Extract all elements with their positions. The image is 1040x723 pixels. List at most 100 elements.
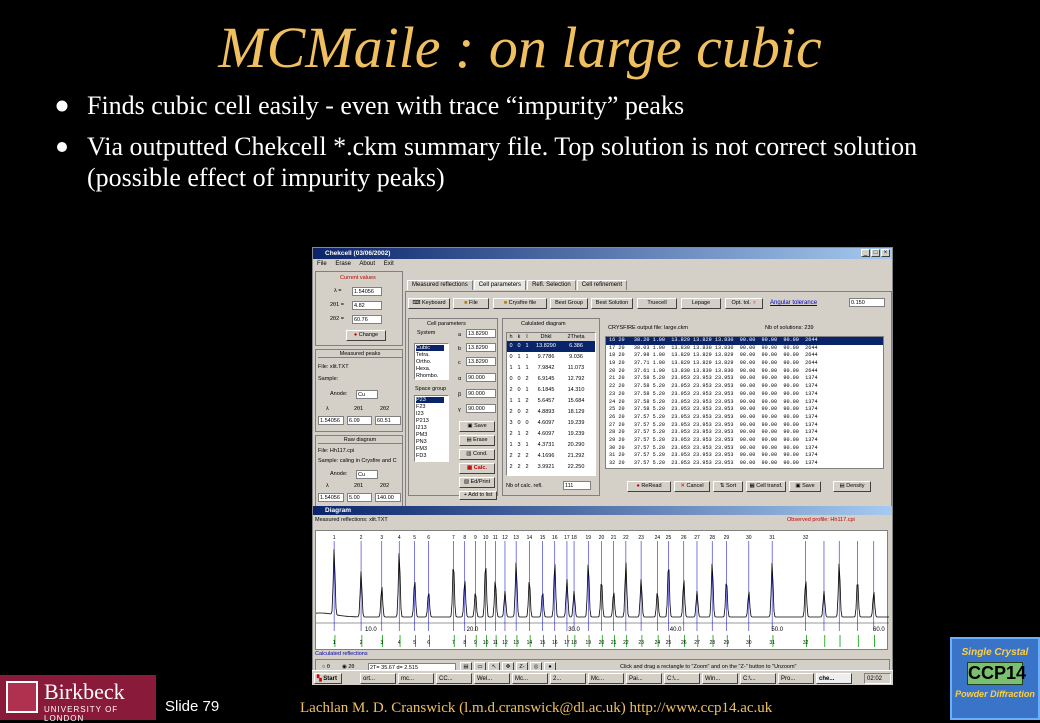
- calc-table-row[interactable]: 0 0 1 13.8290 6.386: [507, 341, 595, 352]
- taskbar-item[interactable]: Mc...: [512, 673, 548, 684]
- minimize-icon[interactable]: _: [861, 249, 870, 257]
- space-group-option[interactable]: P213: [416, 418, 429, 424]
- solution-row[interactable]: 20 20 37.61 1.00 13.830 13.830 13.830 90…: [606, 368, 883, 376]
- solution-row[interactable]: 29 20 37.57 5.20 23.953 23.953 23.953 90…: [606, 437, 883, 445]
- calc-table-row[interactable]: 2 0 1 6.1845 14.310: [507, 385, 595, 396]
- menu-erase[interactable]: Erase: [335, 261, 351, 267]
- solution-row[interactable]: 22 20 37.58 5.20 23.953 23.953 23.953 90…: [606, 383, 883, 391]
- solution-row[interactable]: 32 20 37.57 5.20 23.953 23.953 23.953 90…: [606, 460, 883, 468]
- best-group-button[interactable]: Best Group: [550, 298, 588, 309]
- solution-row[interactable]: 25 20 37.58 5.20 23.953 23.953 23.953 90…: [606, 406, 883, 414]
- sort-button[interactable]: ⇅ Sort: [713, 481, 743, 492]
- calc-table-row[interactable]: 3 0 0 4.6097 19.239: [507, 418, 595, 429]
- solution-row[interactable]: 16 20 38.20 1.00 13.829 13.829 13.830 90…: [606, 337, 883, 345]
- solution-row[interactable]: 24 20 37.58 5.20 23.953 23.953 23.953 90…: [606, 399, 883, 407]
- space-group-list[interactable]: P23 F23 I23 P213 I213 PM3 PN3 FM3 FD3: [414, 395, 449, 462]
- taskbar-item[interactable]: che...: [816, 673, 852, 684]
- param-a-field[interactable]: 13.8290: [466, 329, 496, 338]
- taskbar-item[interactable]: CC...: [436, 673, 472, 684]
- lepage-button[interactable]: Lepage: [681, 298, 721, 309]
- solution-row[interactable]: 21 20 37.58 5.20 23.953 23.953 23.953 90…: [606, 375, 883, 383]
- save-results-button[interactable]: ▣ Save: [789, 481, 821, 492]
- cell-transf-button[interactable]: ▦ Cell transf.: [746, 481, 786, 492]
- system-option[interactable]: Hexa.: [416, 366, 430, 372]
- density-button[interactable]: ▤ Density: [833, 481, 871, 492]
- taskbar-item[interactable]: ort...: [360, 673, 396, 684]
- solution-row[interactable]: 28 20 37.57 5.20 23.953 23.953 23.953 90…: [606, 429, 883, 437]
- param-gamma-field[interactable]: 90.000: [466, 404, 496, 413]
- taskbar-item[interactable]: Pro...: [778, 673, 814, 684]
- menu-exit[interactable]: Exit: [384, 261, 394, 267]
- taskbar-item[interactable]: 2...: [550, 673, 586, 684]
- taskbar-item[interactable]: Win...: [702, 673, 738, 684]
- maximize-icon[interactable]: □: [871, 249, 880, 257]
- two-theta2-field[interactable]: 60.76: [352, 315, 382, 324]
- taskbar-item[interactable]: Wel...: [474, 673, 510, 684]
- solution-row[interactable]: 17 20 38.03 1.00 13.830 13.830 13.830 90…: [606, 345, 883, 353]
- truecell-button[interactable]: Truecell: [637, 298, 677, 309]
- space-group-option[interactable]: FD3: [416, 453, 426, 459]
- taskbar-item[interactable]: Pai...: [626, 673, 662, 684]
- crysfire-results-list[interactable]: 16 20 38.20 1.00 13.829 13.829 13.830 90…: [605, 336, 884, 469]
- taskbar-item[interactable]: Mc...: [588, 673, 624, 684]
- solution-row[interactable]: 23 20 37.58 5.20 23.953 23.953 23.953 90…: [606, 391, 883, 399]
- calc-table-row[interactable]: 1 1 2 5.6457 15.684: [507, 396, 595, 407]
- space-group-option[interactable]: FM3: [416, 446, 427, 452]
- system-option[interactable]: Ortho.: [416, 359, 431, 365]
- file-button[interactable]: ■ File: [453, 298, 489, 309]
- start-button[interactable]: ▚ Start: [314, 673, 342, 684]
- solution-row[interactable]: 18 20 37.98 1.00 13.829 13.829 13.829 90…: [606, 352, 883, 360]
- system-option[interactable]: Rhombo.: [416, 373, 438, 379]
- two-theta1-field[interactable]: 4.82: [352, 301, 382, 310]
- space-group-option[interactable]: P23: [416, 397, 444, 403]
- calc-button[interactable]: ▦ Calc.: [459, 463, 495, 474]
- taskbar-item[interactable]: C:\...: [664, 673, 700, 684]
- space-group-option[interactable]: PM3: [416, 432, 427, 438]
- param-b-field[interactable]: 13.8290: [466, 343, 496, 352]
- solution-row[interactable]: 31 20 37.57 5.20 23.953 23.953 23.953 90…: [606, 452, 883, 460]
- system-option[interactable]: Tetra.: [416, 352, 430, 358]
- space-group-option[interactable]: F23: [416, 404, 425, 410]
- space-group-option[interactable]: I213: [416, 425, 427, 431]
- tab-cell-refinement[interactable]: Cell refinement: [576, 280, 628, 290]
- taskbar-item[interactable]: mc...: [398, 673, 434, 684]
- solution-row[interactable]: 27 20 37.57 5.20 23.953 23.953 23.953 90…: [606, 422, 883, 430]
- cancel-button[interactable]: ✕ Cancel: [674, 481, 710, 492]
- cond-button[interactable]: ▥ Cond.: [459, 449, 495, 460]
- close-icon[interactable]: ×: [881, 249, 890, 257]
- tab-measured-reflections[interactable]: Measured reflections: [407, 280, 473, 290]
- reread-button[interactable]: ● ReRead: [627, 481, 671, 492]
- calc-table-row[interactable]: 2 2 2 3.9921 22.250: [507, 462, 595, 473]
- add-to-list-button[interactable]: + Add to list: [459, 491, 497, 500]
- calc-table-row[interactable]: 0 0 2 6.9145 12.792: [507, 374, 595, 385]
- taskbar-item[interactable]: C:\...: [740, 673, 776, 684]
- calc-table-row[interactable]: 1 1 1 7.9842 11.073: [507, 363, 595, 374]
- space-group-option[interactable]: PN3: [416, 439, 427, 445]
- anode-field[interactable]: Cu: [356, 390, 378, 399]
- opt-tol-button[interactable]: Opt. tol. ♆: [725, 298, 763, 309]
- tab-refl-selection[interactable]: Refl. Selection: [527, 280, 576, 290]
- menu-about[interactable]: About: [359, 261, 375, 267]
- param-alpha-field[interactable]: 90.000: [466, 373, 496, 382]
- crysfire-file-button[interactable]: ■ Crysfire file: [493, 298, 547, 309]
- best-solution-button[interactable]: Best Solution: [591, 298, 633, 309]
- param-beta-field[interactable]: 90.000: [466, 389, 496, 398]
- calc-table-row[interactable]: 2 1 2 4.6097 19.239: [507, 429, 595, 440]
- system-option[interactable]: Cubic: [416, 345, 444, 351]
- solution-row[interactable]: 30 20 37.57 5.20 23.953 23.953 23.953 90…: [606, 445, 883, 453]
- erase-cell-button[interactable]: ▤ Erase: [459, 435, 495, 446]
- angular-tolerance-field[interactable]: 0.150: [849, 298, 885, 307]
- system-list[interactable]: Cubic Tetra. Ortho. Hexa. Rhombo.: [414, 343, 449, 380]
- param-c-field[interactable]: 13.8290: [466, 357, 496, 366]
- diagram-plot[interactable]: 10.0 20.0 30.0 40.0 50.0 60.0 1 1 2 2 3 3 4 4 5 5 6 6 7 7 8 8…: [315, 530, 889, 650]
- save-cell-button[interactable]: ▣ Save: [459, 421, 495, 432]
- solution-row[interactable]: 26 20 37.57 5.20 23.953 23.953 23.953 90…: [606, 414, 883, 422]
- calc-table-row[interactable]: 0 1 1 9.7786 9.036: [507, 352, 595, 363]
- change-button[interactable]: ● Change: [346, 330, 386, 341]
- raw-anode-field[interactable]: Cu: [356, 470, 378, 479]
- menu-file[interactable]: File: [317, 261, 327, 267]
- tab-cell-parameters[interactable]: Cell parameters: [473, 280, 527, 290]
- calc-table-row[interactable]: 2 2 2 4.1696 21.292: [507, 451, 595, 462]
- lambda-field[interactable]: 1.54056: [352, 287, 382, 296]
- keyboard-button[interactable]: ⌨ Keyboard: [408, 298, 450, 309]
